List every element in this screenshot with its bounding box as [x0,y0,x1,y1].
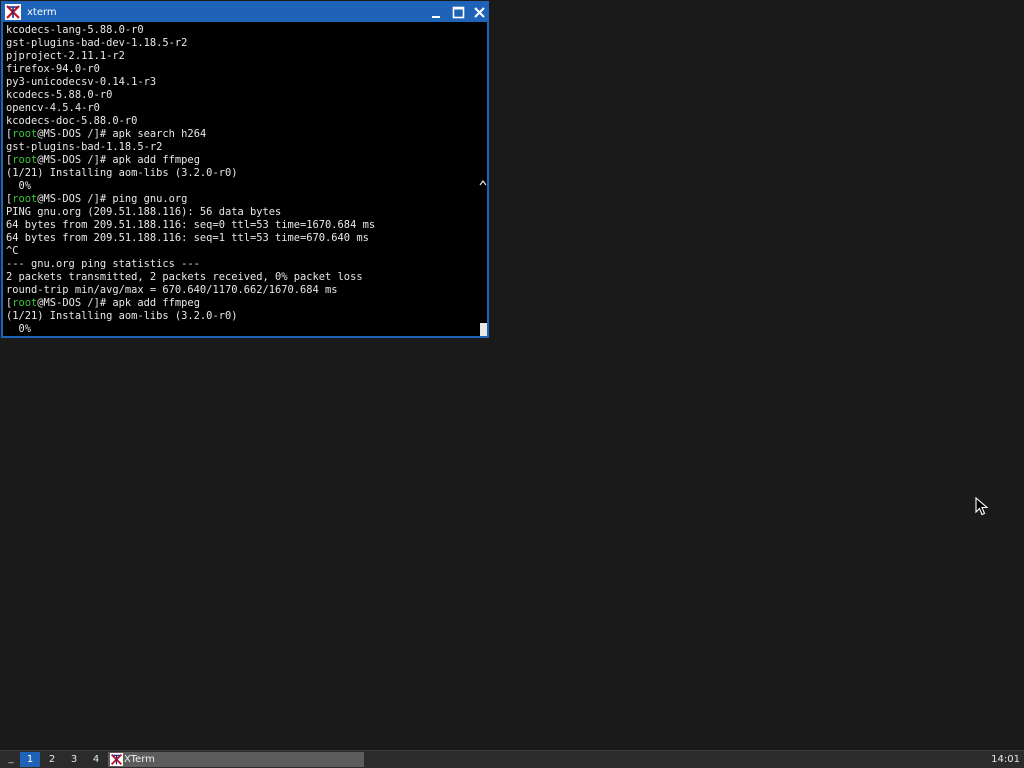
taskbar: _ 1 2 3 4 XTerm 14:01 [0,750,1024,768]
terminal-line: 64 bytes from 209.51.188.116: seq=1 ttl=… [6,232,369,244]
terminal-line: 0% [6,180,32,192]
prompt-user: root [12,128,38,140]
workspace-3-button[interactable]: 3 [64,752,84,767]
window-title: xterm [27,7,57,18]
xterm-logo-icon[interactable] [5,4,21,20]
terminal-line: (1/21) Installing aom-libs (3.2.0-r0) [6,310,238,322]
prompt-user: root [12,154,38,166]
scroll-up-arrow-icon[interactable] [478,178,488,188]
terminal-line: round-trip min/avg/max = 670.640/1170.66… [6,284,338,296]
terminal-line: [root@MS-DOS /]# apk search h264 [6,128,476,141]
terminal-line: gst-plugins-bad-dev-1.18.5-r2 [6,37,188,49]
xterm-window[interactable]: xterm kcodecs-lang-5.88.0-r0 gst-plugins-… [1,1,489,338]
terminal-line: [root@MS-DOS /]# apk add ffmpeg [6,154,476,167]
terminal-line: kcodecs-doc-5.88.0-r0 [6,115,138,127]
prompt-command: @MS-DOS /]# apk add ffmpeg [37,297,200,309]
terminal-line: py3-unicodecsv-0.14.1-r3 [6,76,157,88]
terminal-line: 64 bytes from 209.51.188.116: seq=0 ttl=… [6,219,376,231]
mouse-pointer-icon [975,497,989,516]
terminal-line: 2 packets transmitted, 2 packets receive… [6,271,363,283]
taskbar-item-xterm[interactable]: XTerm [108,752,364,767]
maximize-button[interactable] [451,5,466,20]
terminal-line: gst-plugins-bad-1.18.5-r2 [6,141,163,153]
prompt-command: @MS-DOS /]# apk search h264 [37,128,207,140]
minimize-button[interactable] [429,5,444,20]
terminal-cursor [480,323,487,336]
menu-button[interactable]: _ [4,752,18,767]
terminal-line: firefox-94.0-r0 [6,63,100,75]
terminal-line: PING gnu.org (209.51.188.116): 56 data b… [6,206,282,218]
prompt-command: @MS-DOS /]# apk add ffmpeg [37,154,200,166]
terminal-line: opencv-4.5.4-r0 [6,102,100,114]
prompt-user: root [12,193,38,205]
terminal-line: [root@MS-DOS /]# apk add ffmpeg [6,297,476,310]
clock: 14:01 [991,754,1020,765]
xterm-logo-icon [110,753,123,766]
terminal-line: ^C [6,245,19,257]
terminal-line: kcodecs-5.88.0-r0 [6,89,113,101]
terminal-line: 0% [6,323,32,335]
prompt-command: @MS-DOS /]# ping gnu.org [37,193,188,205]
terminal-output[interactable]: kcodecs-lang-5.88.0-r0 gst-plugins-bad-de… [6,24,476,336]
close-button[interactable] [472,5,487,20]
workspace-4-button[interactable]: 4 [86,752,106,767]
window-titlebar[interactable]: xterm [3,3,487,22]
desktop[interactable]: xterm kcodecs-lang-5.88.0-r0 gst-plugins-… [0,0,1024,750]
prompt-user: root [12,297,38,309]
terminal-line: [root@MS-DOS /]# ping gnu.org [6,193,476,206]
workspace-1-button[interactable]: 1 [20,752,40,767]
workspace-2-button[interactable]: 2 [42,752,62,767]
terminal-line: pjproject-2.11.1-r2 [6,50,125,62]
terminal-line: --- gnu.org ping statistics --- [6,258,200,270]
taskbar-item-label: XTerm [124,754,155,765]
terminal-line: kcodecs-lang-5.88.0-r0 [6,24,144,36]
terminal-line: (1/21) Installing aom-libs (3.2.0-r0) [6,167,238,179]
